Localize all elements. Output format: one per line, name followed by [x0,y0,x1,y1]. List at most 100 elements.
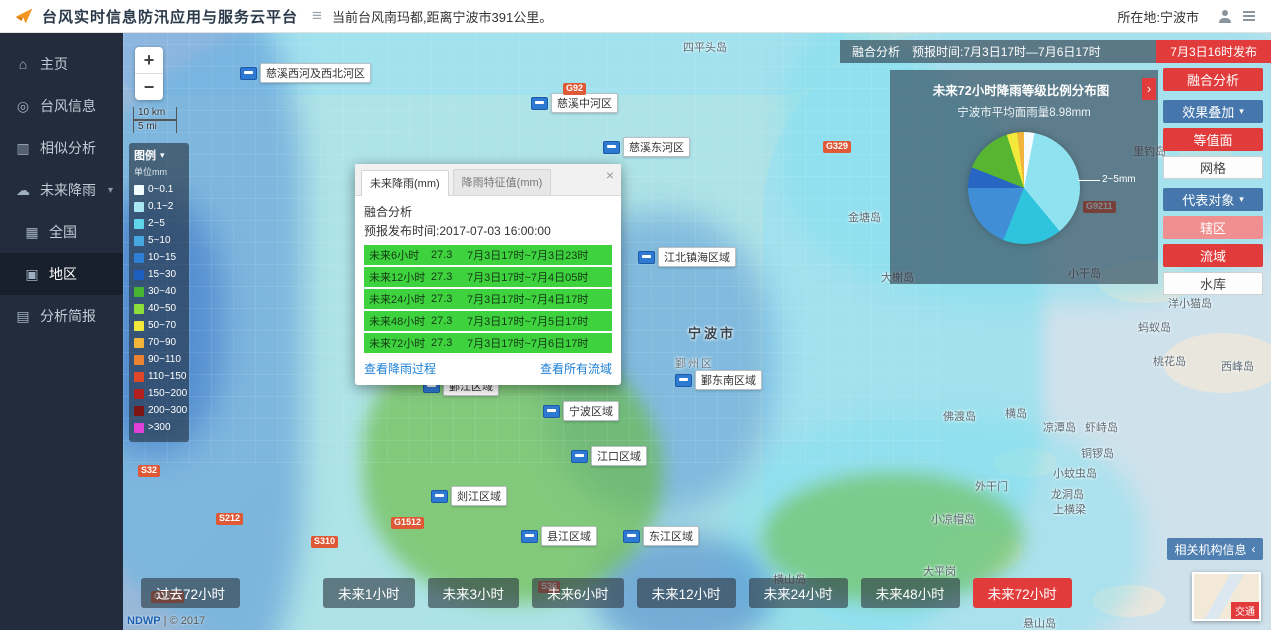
station-marker[interactable]: 慈溪中河区 [531,93,618,113]
time-range-bar: 过去72小时 未来1小时 未来3小时 未来6小时 未来12小时 未来24小时 未… [141,578,1072,608]
map-label-island: 虾峙岛 [1085,419,1118,435]
time-button-past-72h[interactable]: 过去72小时 [141,578,240,608]
road-badge: G329 [823,141,851,153]
legend-swatch [134,389,144,399]
legend-item: 110~150 [134,368,184,385]
station-icon [638,251,655,264]
sidebar-item-similar-analysis[interactable]: ▥ 相似分析 [0,127,123,169]
time-button-future-1h[interactable]: 未来1小时 [323,578,415,608]
representative-objects-dropdown[interactable]: 代表对象▾ [1163,188,1263,211]
zoom-in-button[interactable]: + [135,47,163,74]
layer-controls: 融合分析 效果叠加▾ 等值面 网格 代表对象▾ 辖区 流域 水库 [1163,68,1263,295]
legend-swatch [134,423,144,433]
overlay-effect-dropdown[interactable]: 效果叠加▾ [1163,100,1263,123]
station-marker[interactable]: 江北镇海区域 [638,247,736,267]
sidebar-item-label: 台风信息 [40,96,96,116]
legend-label: 70~90 [148,337,176,348]
station-marker[interactable]: 宁波区域 [543,401,619,421]
sidebar-nav: ⌂ 主页 ◎ 台风信息 ▥ 相似分析 ☁ 未来降雨 ▾ ▦ 全国 ▣ [0,33,123,630]
pie-callout-line [1078,180,1100,181]
user-icon[interactable] [1217,8,1233,24]
row-value: 27.3 [431,293,467,305]
sidebar-item-region[interactable]: ▣ 地区 [0,253,123,295]
legend-collapse-icon[interactable]: ▾ [160,150,165,161]
org-info-button[interactable]: 相关机构信息 ‹ [1167,538,1263,560]
map-label-island: 上横梁 [1053,501,1086,517]
time-button-future-72h[interactable]: 未来72小时 [973,578,1072,608]
station-label: 县江区域 [541,526,597,546]
report-document-icon: ▤ [15,308,31,325]
district-button[interactable]: 辖区 [1163,216,1263,239]
rain-table-row[interactable]: 未来48小时27.37月3日17时~7月5日17时 [364,311,612,331]
station-label: 剡江区域 [451,486,507,506]
sidebar-item-home[interactable]: ⌂ 主页 [0,43,123,85]
legend-item: 30~40 [134,283,184,300]
station-icon [543,405,560,418]
map-label-island: 龙洞岛 [1051,486,1084,502]
legend-label: 110~150 [148,371,186,382]
view-rain-process-link[interactable]: 查看降雨过程 [364,360,436,377]
legend-label: 2~5 [148,218,165,229]
time-button-future-48h[interactable]: 未来48小时 [861,578,960,608]
grid-button[interactable]: 网格 [1163,156,1263,179]
road-badge: G92 [563,83,586,95]
station-label: 鄞东南区域 [695,370,762,390]
rain-distribution-panel: 未来72小时降雨等级比例分布图 › 宁波市平均面雨量8.98mm 2~5mm [890,70,1158,284]
map-label-district: 鄞州区 [675,355,714,371]
basin-button[interactable]: 流域 [1163,244,1263,267]
menu-toggle-icon[interactable]: ≡ [312,6,322,26]
map-label-island: 佛渡岛 [943,408,976,424]
road-badge: G1512 [391,517,424,529]
map-label-city: 宁波市 [688,323,736,342]
station-marker[interactable]: 县江区域 [521,526,597,546]
more-menu-icon[interactable] [1241,8,1257,24]
station-icon [240,67,257,80]
sidebar-item-typhoon-info[interactable]: ◎ 台风信息 [0,85,123,127]
station-marker[interactable]: 慈溪西河及西北河区 [240,63,371,83]
app-title: 台风实时信息防汛应用与服务云平台 [42,6,298,27]
road-badge: S212 [216,513,243,525]
time-button-future-24h[interactable]: 未来24小时 [749,578,848,608]
reservoir-button[interactable]: 水库 [1163,272,1263,295]
map-attribution: NDWP | © 2017 [127,615,205,627]
zoom-out-button[interactable]: − [135,74,163,100]
rain-table-row[interactable]: 未来72小时27.37月3日17时~7月6日17时 [364,333,612,353]
minimap-thumbnail[interactable]: 交通 [1192,572,1261,621]
sidebar-item-label: 地区 [49,264,77,284]
time-button-future-12h[interactable]: 未来12小时 [637,578,736,608]
legend-item: 40~50 [134,300,184,317]
sidebar-item-label: 相似分析 [40,138,96,158]
tab-future-rain[interactable]: 未来降雨(mm) [361,170,449,196]
row-period: 未来12小时 [369,269,431,285]
time-button-future-6h[interactable]: 未来6小时 [532,578,624,608]
legend-label: 50~70 [148,320,176,331]
legend-label: 5~10 [148,235,171,246]
sidebar-item-analysis-report[interactable]: ▤ 分析简报 [0,295,123,337]
legend-label: 15~30 [148,269,176,280]
legend-item: 15~30 [134,266,184,283]
tab-rain-features[interactable]: 降雨特征值(mm) [453,169,552,195]
isosurface-button[interactable]: 等值面 [1163,128,1263,151]
rain-table-row[interactable]: 未来12小时27.37月3日17时~7月4日05时 [364,267,612,287]
station-marker[interactable]: 鄞东南区域 [675,370,762,390]
attribution-brand[interactable]: NDWP [127,615,161,627]
time-button-future-3h[interactable]: 未来3小时 [428,578,520,608]
rain-table-row[interactable]: 未来6小时27.37月3日17时~7月3日23时 [364,245,612,265]
location-label[interactable]: 所在地:宁波市 [1117,7,1199,26]
sidebar-item-future-rain[interactable]: ☁ 未来降雨 ▾ [0,169,123,211]
button-label: 辖区 [1200,218,1226,237]
panel-expand-button[interactable]: › [1142,78,1156,100]
view-all-basins-link[interactable]: 查看所有流域 [540,360,612,377]
rain-table-row[interactable]: 未来24小时27.37月3日17时~7月4日17时 [364,289,612,309]
station-marker[interactable]: 剡江区域 [431,486,507,506]
fusion-analysis-label[interactable]: 融合分析 [840,43,912,60]
map-canvas[interactable]: 四平头岛里钓岛金塘岛大榭岛小干岛宁波市鄞州区洋小猫岛蚂蚁岛桃花岛西峰岛佛渡岛横岛… [123,33,1271,630]
legend-title[interactable]: 图例 [134,147,156,163]
popup-close-icon[interactable]: × [606,168,614,182]
rain-pie-chart[interactable] [968,132,1080,244]
fusion-analysis-button[interactable]: 融合分析 [1163,68,1263,91]
station-marker[interactable]: 东江区域 [623,526,699,546]
station-marker[interactable]: 慈溪东河区 [603,137,690,157]
sidebar-item-nationwide[interactable]: ▦ 全国 [0,211,123,253]
station-marker[interactable]: 江口区域 [571,446,647,466]
